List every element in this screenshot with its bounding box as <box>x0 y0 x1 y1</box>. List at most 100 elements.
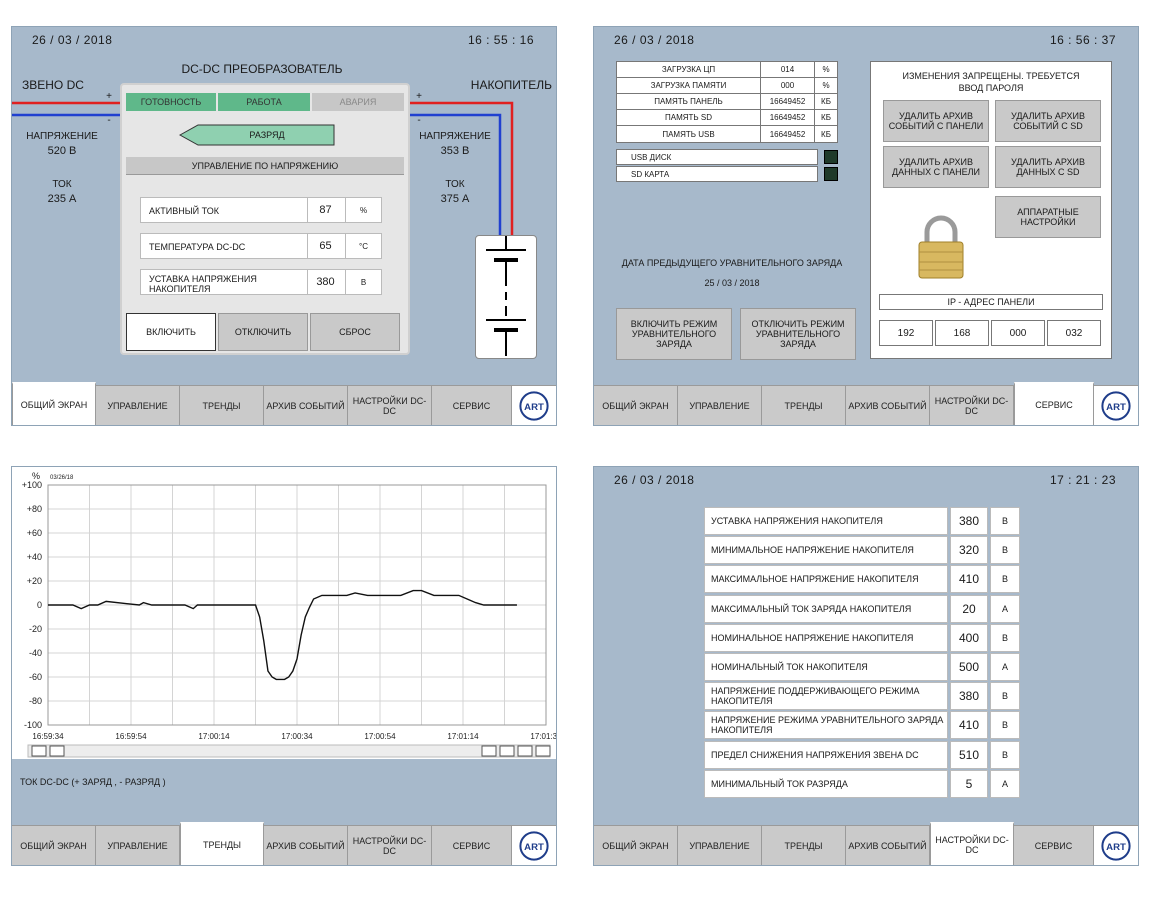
right-current-value: 375 А <box>440 193 470 205</box>
ip-octet-field[interactable]: 192 <box>879 320 933 346</box>
x-tick-label: 17:01:34 <box>530 732 557 741</box>
tab-trends[interactable]: ТРЕНДЫ <box>762 826 846 865</box>
status-work-badge: РАБОТА <box>218 93 310 111</box>
y-tick-label: -60 <box>29 672 42 682</box>
tab-service[interactable]: СЕРВИС <box>432 826 512 865</box>
y-tick-label: -40 <box>29 648 42 658</box>
art-logo-icon: ART <box>1094 826 1138 865</box>
y-axis-label: % <box>32 471 40 481</box>
ip-octet-field[interactable]: 168 <box>935 320 989 346</box>
tab-general[interactable]: ОБЩИЙ ЭКРАН <box>594 386 678 425</box>
series-line <box>48 589 517 681</box>
pause-button[interactable] <box>481 745 497 757</box>
x-tick-label: 17:00:34 <box>281 732 313 741</box>
tab-service[interactable]: СЕРВИС <box>1014 382 1094 425</box>
scroll-bar <box>27 744 551 758</box>
setting-value-field[interactable]: 320 <box>950 536 988 565</box>
svg-text:ART: ART <box>1106 402 1126 413</box>
setting-unit: А <box>990 653 1020 681</box>
setting-value-field[interactable]: 380 <box>950 682 988 711</box>
tab-trends[interactable]: ТРЕНДЫ <box>180 822 264 865</box>
tab-control[interactable]: УПРАВЛЕНИЕ <box>678 386 762 425</box>
first-button[interactable] <box>31 745 47 757</box>
ip-octet-field[interactable]: 000 <box>991 320 1045 346</box>
y-tick-label: +20 <box>27 576 42 586</box>
equalize-off-button[interactable]: ОТКЛЮЧИТЬ РЕЖИМ УРАВНИТЕЛЬНОГО ЗАРЯДА <box>740 308 856 360</box>
tab-service[interactable]: СЕРВИС <box>1014 826 1094 865</box>
y-tick-label: -100 <box>24 720 42 730</box>
tab-settings[interactable]: НАСТРОЙКИ DC-DC <box>930 386 1014 425</box>
left-current-label: ТОК <box>52 179 72 190</box>
enable-button[interactable]: ВКЛЮЧИТЬ <box>126 313 216 351</box>
tab-events[interactable]: АРХИВ СОБЫТИЙ <box>264 386 348 425</box>
y-tick-label: +80 <box>27 504 42 514</box>
setting-unit: В <box>990 682 1020 711</box>
battery-icon <box>475 235 537 359</box>
setting-value-field[interactable]: 410 <box>950 711 988 740</box>
setting-value-field[interactable]: 400 <box>950 623 988 652</box>
right-voltage-value: 353 В <box>440 145 470 157</box>
tab-control[interactable]: УПРАВЛЕНИЕ <box>678 826 762 865</box>
setting-value-field[interactable]: 20 <box>950 594 988 623</box>
tab-events[interactable]: АРХИВ СОБЫТИЙ <box>846 826 930 865</box>
delete-data-panel-button[interactable]: УДАЛИТЬ АРХИВ ДАННЫХ С ПАНЕЛИ <box>883 146 989 188</box>
svg-text:ART: ART <box>1106 842 1126 853</box>
measurement-row: ТЕМПЕРАТУРА DC-DC 65 °C <box>140 233 382 259</box>
tab-events[interactable]: АРХИВ СОБЫТИЙ <box>846 386 930 425</box>
tab-settings[interactable]: НАСТРОЙКИ DC-DC <box>930 822 1014 865</box>
delete-events-panel-button[interactable]: УДАЛИТЬ АРХИВ СОБЫТИЙ С ПАНЕЛИ <box>883 100 989 142</box>
rewind-button[interactable] <box>49 745 65 757</box>
y-tick-label: 0 <box>37 600 42 610</box>
ip-octet-field[interactable]: 032 <box>1047 320 1101 346</box>
tab-events[interactable]: АРХИВ СОБЫТИЙ <box>264 826 348 865</box>
delete-data-sd-button[interactable]: УДАЛИТЬ АРХИВ ДАННЫХ С SD <box>995 146 1101 188</box>
tab-control[interactable]: УПРАВЛЕНИЕ <box>96 826 180 865</box>
setting-value-field[interactable]: 500 <box>950 653 988 681</box>
tab-general[interactable]: ОБЩИЙ ЭКРАН <box>12 382 96 425</box>
setting-unit: А <box>990 769 1020 798</box>
stop-button[interactable] <box>499 745 515 757</box>
x-tick-label: 17:00:14 <box>198 732 230 741</box>
art-logo-icon: ART <box>1094 386 1138 425</box>
setting-value-field[interactable]: 410 <box>950 565 988 594</box>
service-actions-panel: ИЗМЕНЕНИЯ ЗАПРЕЩЕНЫ. ТРЕБУЕТСЯ ВВОД ПАРО… <box>870 61 1112 359</box>
tab-settings[interactable]: НАСТРОЙКИ DC-DC <box>348 826 432 865</box>
forward-button[interactable] <box>517 745 533 757</box>
tab-control[interactable]: УПРАВЛЕНИЕ <box>96 386 180 425</box>
tab-service[interactable]: СЕРВИС <box>432 386 512 425</box>
hardware-settings-button[interactable]: АППАРАТНЫЕ НАСТРОЙКИ <box>995 196 1101 238</box>
table-row: ПАМЯТЬ USB 16649452 КБ <box>617 126 837 142</box>
tab-bar: ОБЩИЙ ЭКРАН УПРАВЛЕНИЕ ТРЕНДЫ АРХИВ СОБЫ… <box>12 822 556 865</box>
left-voltage-label: НАПРЯЖЕНИЕ <box>26 131 98 142</box>
disable-button[interactable]: ОТКЛЮЧИТЬ <box>218 313 308 351</box>
tab-trends[interactable]: ТРЕНДЫ <box>762 386 846 425</box>
equalize-on-button[interactable]: ВКЛЮЧИТЬ РЕЖИМ УРАВНИТЕЛЬНОГО ЗАРЯДА <box>616 308 732 360</box>
setting-value-field[interactable]: 380 <box>950 507 988 535</box>
setting-value-field[interactable]: 510 <box>950 740 988 769</box>
equalize-date-label: ДАТА ПРЕДЫДУЩЕГО УРАВНИТЕЛЬНОГО ЗАРЯДА <box>621 258 843 268</box>
ip-address-label: IP - АДРЕС ПАНЕЛИ <box>879 294 1103 310</box>
tab-general[interactable]: ОБЩИЙ ЭКРАН <box>594 826 678 865</box>
tab-trends[interactable]: ТРЕНДЫ <box>180 386 264 425</box>
measurement-row: УСТАВКА НАПРЯЖЕНИЯ НАКОПИТЕЛЯ 380 В <box>140 269 382 295</box>
time-display: 16 : 56 : 37 <box>1049 33 1116 47</box>
usb-led-indicator <box>824 150 838 164</box>
setting-unit: А <box>990 594 1020 623</box>
trend-chart: +100 +80 +60 +40 +20 0 -20 -40 -60 -80 -100% 03/26/… <box>22 471 557 758</box>
status-alarm-badge: АВАРИЯ <box>312 93 404 111</box>
chart-legend: ТОК DC-DC (+ ЗАРЯД , - РАЗРЯД ) <box>20 777 166 787</box>
last-button[interactable] <box>535 745 551 757</box>
tab-settings[interactable]: НАСТРОЙКИ DC-DC <box>348 386 432 425</box>
setting-name: МИНИМАЛЬНОЕ НАПРЯЖЕНИЕ НАКОПИТЕЛЯ <box>704 536 948 565</box>
table-row: ПАМЯТЬ ПАНЕЛЬ 16649452 КБ <box>617 94 837 110</box>
delete-events-sd-button[interactable]: УДАЛИТЬ АРХИВ СОБЫТИЙ С SD <box>995 100 1101 142</box>
setting-value-field[interactable]: 5 <box>950 769 988 798</box>
setting-name: МАКСИМАЛЬНОЕ НАПРЯЖЕНИЕ НАКОПИТЕЛЯ <box>704 565 948 594</box>
left-minus: - <box>107 115 111 126</box>
x-tick-label: 16:59:34 <box>32 732 64 741</box>
table-row: ПАМЯТЬ SD 16649452 КБ <box>617 110 837 126</box>
reset-button[interactable]: СБРОС <box>310 313 400 351</box>
tab-general[interactable]: ОБЩИЙ ЭКРАН <box>12 826 96 865</box>
setting-name: УСТАВКА НАПРЯЖЕНИЯ НАКОПИТЕЛЯ <box>704 507 948 535</box>
y-tick-label: -80 <box>29 696 42 706</box>
